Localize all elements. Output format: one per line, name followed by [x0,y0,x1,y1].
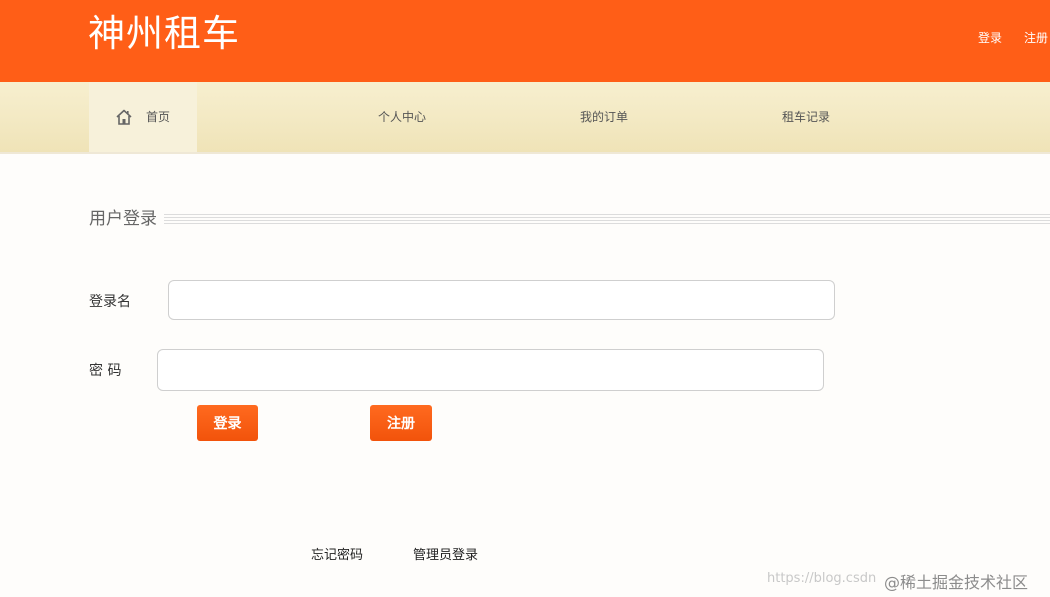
top-login-link[interactable]: 登录 [978,31,1002,45]
watermark-url: https://blog.csdn [767,571,877,586]
nav-item-home[interactable]: 首页 [89,82,197,152]
username-label: 登录名 [89,294,131,310]
password-input[interactable] [157,349,824,391]
top-register-link[interactable]: 注册 [1024,31,1048,45]
password-label: 密 码 [89,363,122,379]
admin-login-link[interactable]: 管理员登录 [413,544,478,563]
watermark-site: @稀土掘金技术社区 [884,573,1029,592]
brand-logo-text[interactable]: 神州租车 [88,10,240,58]
nav-home-label: 首页 [146,110,171,124]
login-button[interactable]: 登录 [197,405,258,441]
login-section-title: 用户登录 [89,209,157,229]
top-account-links: 登录 注册 [978,29,1048,46]
username-input[interactable] [168,280,835,320]
nav-item-my-orders[interactable]: 我的订单 [580,82,628,152]
nav-item-personal-center[interactable]: 个人中心 [378,82,426,152]
register-button[interactable]: 注册 [370,405,432,441]
home-icon [116,109,132,125]
nav-item-rental-records[interactable]: 租车记录 [782,82,830,152]
main-nav: 首页 个人中心 我的订单 租车记录 [0,82,1050,154]
top-header: 神州租车 登录 注册 [0,0,1050,82]
title-divider [164,214,1050,226]
forgot-password-link[interactable]: 忘记密码 [311,544,363,563]
